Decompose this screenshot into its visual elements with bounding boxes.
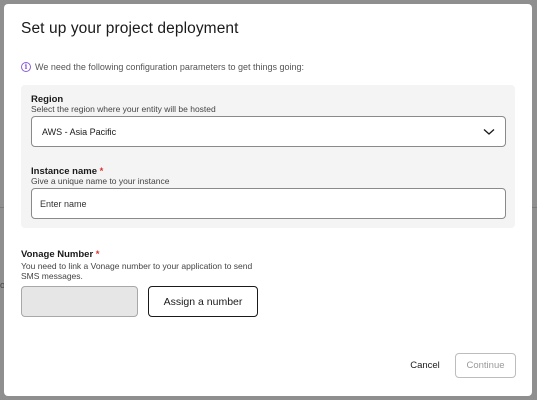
vonage-label: Vonage Number * xyxy=(21,249,99,260)
region-select[interactable]: AWS - Asia Pacific xyxy=(31,116,506,147)
vonage-label-text: Vonage Number xyxy=(21,249,94,260)
vonage-number-display xyxy=(21,286,138,317)
region-selected-value: AWS - Asia Pacific xyxy=(42,126,117,137)
cancel-button[interactable]: Cancel xyxy=(400,353,450,378)
modal-title: Set up your project deployment xyxy=(21,20,239,37)
info-icon: i xyxy=(21,62,31,72)
continue-button[interactable]: Continue xyxy=(455,353,516,378)
required-marker: * xyxy=(95,249,100,260)
config-panel: Region Select the region where your enti… xyxy=(21,85,515,228)
instance-name-input[interactable] xyxy=(31,188,506,219)
info-text: We need the following configuration para… xyxy=(35,62,305,72)
region-help: Select the region where your entity will… xyxy=(31,104,216,114)
vonage-help: You need to link a Vonage number to your… xyxy=(21,261,253,281)
deployment-modal: Set up your project deployment i We need… xyxy=(4,4,532,396)
instance-help: Give a unique name to your instance xyxy=(31,176,170,186)
chevron-down-icon xyxy=(483,128,495,135)
assign-number-button[interactable]: Assign a number xyxy=(148,286,258,317)
info-message: i We need the following configuration pa… xyxy=(21,62,304,72)
